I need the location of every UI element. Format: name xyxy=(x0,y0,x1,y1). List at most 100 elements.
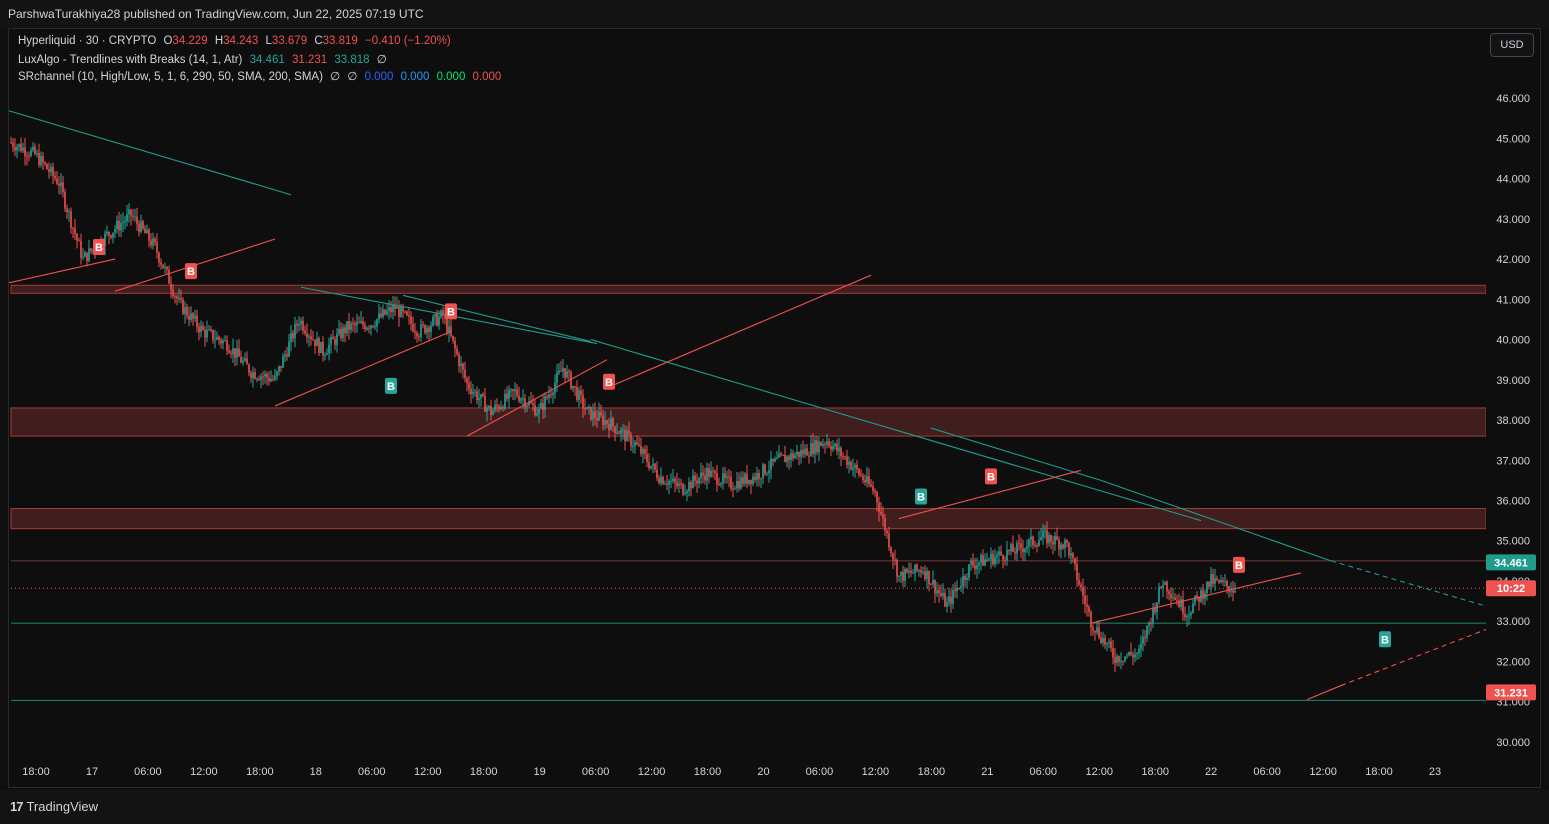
candle-body xyxy=(46,164,48,170)
candle-body xyxy=(1208,581,1210,587)
candle-body xyxy=(294,323,296,339)
x-tick-label: 18:00 xyxy=(1365,766,1393,778)
candle-body xyxy=(284,354,286,357)
candle-body xyxy=(160,262,162,265)
candle-body xyxy=(574,386,576,388)
x-tick-label: 21 xyxy=(981,766,993,778)
candle-body xyxy=(534,405,536,416)
candle-body xyxy=(768,470,770,474)
candle-body xyxy=(862,475,864,481)
candle-body xyxy=(1172,597,1174,599)
candle-body xyxy=(506,393,508,399)
candle-body xyxy=(884,517,886,531)
candle-body xyxy=(204,329,206,338)
candle-body xyxy=(226,340,228,351)
candle-body xyxy=(682,483,684,495)
candle-body xyxy=(602,415,604,425)
candle-body xyxy=(1224,581,1226,583)
y-tick-label: 40.000 xyxy=(1496,335,1530,347)
tradingview-logo[interactable]: 17 TradingView xyxy=(10,799,98,814)
candle-body xyxy=(1060,544,1062,550)
candle-body xyxy=(266,374,268,378)
candle-body xyxy=(780,453,782,455)
candle-body xyxy=(1218,579,1220,583)
sr-zone xyxy=(10,508,1487,530)
candle-body xyxy=(868,476,870,485)
currency-button[interactable]: USD xyxy=(1490,33,1534,57)
candle-body xyxy=(894,559,896,561)
candle-body xyxy=(618,432,620,434)
break-label-text: B xyxy=(1381,634,1389,646)
candle-body xyxy=(1062,544,1064,549)
candle-body xyxy=(794,455,796,459)
candle-body xyxy=(600,412,602,416)
candle-body xyxy=(658,478,660,484)
candle-body xyxy=(446,317,448,333)
candle-body xyxy=(1088,606,1090,613)
break-label-text: B xyxy=(1235,560,1243,572)
candle-body xyxy=(540,402,542,409)
candle-body xyxy=(844,456,846,458)
candle-body xyxy=(1024,548,1026,553)
candle-body xyxy=(344,327,346,334)
luxalgo-value-2: 31.231 xyxy=(291,54,328,66)
candle-body xyxy=(774,458,776,462)
srchannel-value-1: ∅ xyxy=(330,71,341,83)
candle-body xyxy=(672,478,674,482)
candle-body xyxy=(928,570,930,585)
candle-body xyxy=(330,337,332,345)
candle-body xyxy=(1016,543,1018,554)
candle-body xyxy=(1106,642,1108,645)
candle-body xyxy=(956,587,958,592)
candle-body xyxy=(490,406,492,415)
candle-body xyxy=(1180,599,1182,608)
candle-body xyxy=(364,325,366,330)
candle-body xyxy=(650,465,652,469)
candle-body xyxy=(88,248,90,261)
candle-body xyxy=(222,340,224,344)
srchannel-indicator-name[interactable]: SRchannel (10, High/Low, 5, 1, 6, 290, 5… xyxy=(18,71,323,83)
candle-body xyxy=(282,356,284,368)
candle-body xyxy=(838,447,840,452)
candle-body xyxy=(562,368,564,372)
luxalgo-indicator-name[interactable]: LuxAlgo - Trendlines with Breaks (14, 1,… xyxy=(18,54,242,66)
break-label-text: B xyxy=(447,306,455,318)
candle-body xyxy=(636,442,638,445)
candle-body xyxy=(516,389,518,396)
candle-body xyxy=(804,448,806,455)
y-tick-label: 35.000 xyxy=(1496,536,1530,548)
chart-frame[interactable]: B B B B B B B B B 46.000 45.000 44.000 43.000 42.000 4… xyxy=(8,28,1541,788)
candle-body xyxy=(912,572,914,574)
candle-body xyxy=(590,406,592,420)
candle-body xyxy=(328,344,330,354)
candle-body xyxy=(248,364,250,373)
candle-body xyxy=(856,464,858,470)
candle-body xyxy=(1094,630,1096,633)
candle-body xyxy=(950,596,952,604)
candle-body xyxy=(1186,616,1188,618)
candle-body xyxy=(412,323,414,332)
symbol-name[interactable]: Hyperliquid · 30 · CRYPTO xyxy=(18,35,156,47)
candle-body xyxy=(878,502,880,512)
candle-body xyxy=(834,443,836,447)
candle-body xyxy=(50,166,52,173)
candle-body xyxy=(842,456,844,458)
candle-body xyxy=(250,372,252,378)
candle-body xyxy=(198,326,200,333)
candle-body xyxy=(1146,625,1148,638)
candle-body xyxy=(354,323,356,326)
candle-body xyxy=(536,413,538,416)
candle-body xyxy=(74,228,76,235)
candlestick-chart[interactable]: B B B B B B B B B 46.000 45.000 44.000 43.000 42.000 4… xyxy=(9,29,1540,787)
candle-body xyxy=(374,326,376,328)
candle-body xyxy=(336,333,338,345)
candle-body xyxy=(880,511,882,515)
low-value: 33.679 xyxy=(271,35,308,47)
candle-body xyxy=(124,221,126,223)
candle-body xyxy=(122,222,124,224)
candle-body xyxy=(592,411,594,420)
candle-body xyxy=(720,483,722,485)
candle-body xyxy=(724,473,726,478)
candle-body xyxy=(404,311,406,313)
break-label-text: B xyxy=(987,471,995,483)
